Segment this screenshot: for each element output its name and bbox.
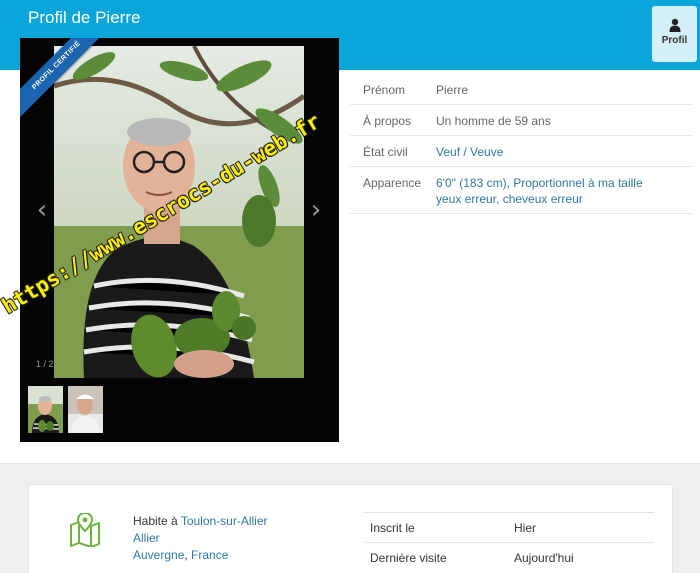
stats-value: Aujourd'hui: [507, 542, 654, 573]
details-key: À propos: [350, 104, 436, 136]
stats-row-inscrit: Inscrit le Hier: [363, 512, 654, 543]
stats-key: Dernière visite: [363, 542, 507, 573]
map-pin-icon: [70, 513, 100, 547]
region-link[interactable]: Auvergne: [133, 548, 184, 562]
appearance-link-1[interactable]: 6'0" (183 cm), Proportionnel à ma taille: [436, 176, 643, 190]
department-link[interactable]: Allier: [133, 531, 160, 545]
photo-thumbnail-2[interactable]: [68, 386, 103, 433]
details-row-apparence: Apparence 6'0" (183 cm), Proportionnel à…: [350, 166, 693, 214]
details-row-etat-civil: État civil Veuf / Veuve: [350, 135, 693, 167]
city-link[interactable]: Toulon-sur-Allier: [181, 514, 268, 528]
next-photo-button[interactable]: ›: [308, 196, 324, 224]
details-key: Apparence: [350, 166, 436, 214]
certified-badge: PROFIL CERTIFIÉ: [20, 38, 120, 138]
profile-details-table: Prénom Pierre À propos Un homme de 59 an…: [350, 74, 693, 214]
details-key: État civil: [350, 135, 436, 167]
country-link[interactable]: France: [191, 548, 228, 562]
stats-value: Hier: [507, 512, 654, 543]
previous-photo-button[interactable]: ‹: [34, 196, 50, 224]
photo-counter: 1 / 2: [36, 359, 54, 369]
marital-status-link[interactable]: Veuf / Veuve: [436, 145, 503, 159]
stats-row-visite: Dernière visite Aujourd'hui: [363, 542, 654, 573]
location-prefix: Habite à: [133, 514, 181, 528]
details-value: Pierre: [436, 74, 693, 105]
stats-key: Inscrit le: [363, 512, 507, 543]
details-key: Prénom: [350, 74, 436, 105]
appearance-link-2[interactable]: yeux erreur, cheveux erreur: [436, 192, 583, 206]
user-icon: [669, 18, 680, 32]
profile-button[interactable]: Profil: [652, 6, 697, 62]
details-value: Un homme de 59 ans: [436, 104, 693, 136]
activity-table: Inscrit le Hier Dernière visite Aujourd'…: [363, 512, 654, 573]
photo-thumbnail-1[interactable]: [28, 386, 63, 433]
location-text: Habite à Toulon-sur-Allier Allier Auverg…: [133, 513, 268, 564]
photo-gallery: PROFIL CERTIFIÉ ‹ › 1 / 2 https://www.es…: [0, 38, 339, 442]
page-title: Profil de Pierre: [28, 8, 141, 27]
details-row-apropos: À propos Un homme de 59 ans: [350, 104, 693, 136]
details-row-prenom: Prénom Pierre: [350, 74, 693, 105]
location-card: Habite à Toulon-sur-Allier Allier Auverg…: [28, 484, 673, 573]
profile-button-label: Profil: [661, 35, 688, 46]
